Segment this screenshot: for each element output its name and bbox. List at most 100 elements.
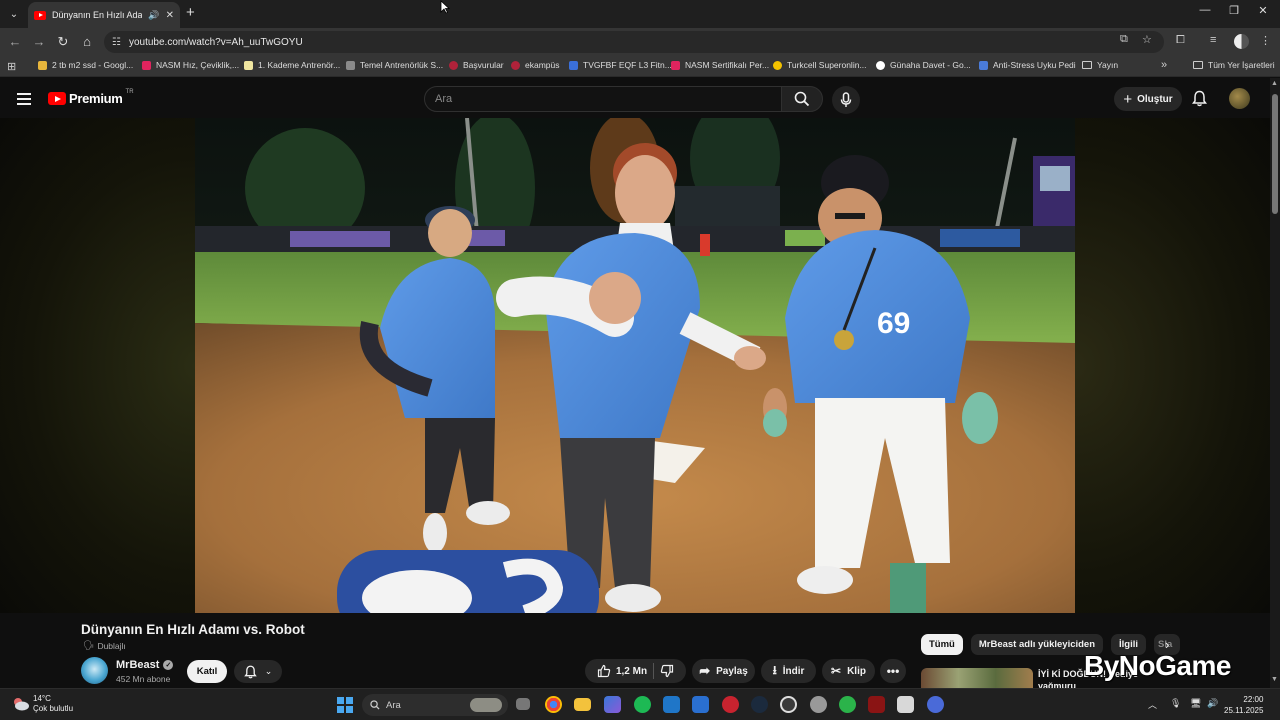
chip-all[interactable]: Tümü (921, 634, 963, 655)
system-clock[interactable]: 22:00 25.11.2025 (1224, 694, 1263, 716)
snipping-tool-icon[interactable] (897, 696, 914, 713)
bookmark-favicon-icon (244, 60, 253, 70)
video-frame[interactable]: 69 (195, 118, 1075, 613)
subscribed-notifications-button[interactable]: ⌄ (234, 660, 282, 683)
bookmarks-bar: ⊞ 2 tb m2 ssd - Googl... NASM Hız, Çevik… (0, 56, 1280, 77)
search-button[interactable] (781, 86, 823, 112)
microphone-tray-icon[interactable]: 🎙 (1170, 698, 1181, 709)
youtube-premium-logo[interactable]: Premium TR (48, 89, 134, 106)
volume-icon[interactable]: 🔊 (1207, 698, 1218, 709)
dislike-button[interactable] (660, 664, 674, 678)
bookmark-star-icon[interactable]: ☆ (1142, 33, 1152, 46)
recommended-video-thumbnail[interactable] (921, 668, 1033, 688)
close-window-button[interactable]: ✕ (1246, 4, 1280, 17)
steam-icon[interactable] (751, 696, 768, 713)
weather-widget[interactable]: 14°C Çok bulutlu (12, 694, 73, 714)
task-view-icon[interactable] (516, 698, 530, 710)
microphone-icon (840, 92, 852, 107)
bell-icon (1192, 90, 1207, 107)
bookmark-item[interactable]: Turkcell Superonlin... (773, 60, 867, 70)
taskbar-search-placeholder: Ara (386, 699, 401, 711)
gear-app-icon[interactable] (810, 696, 827, 713)
spotify-icon[interactable] (634, 696, 651, 713)
speaker-icon[interactable]: 🔊 (148, 10, 159, 21)
whatsapp-icon[interactable] (839, 696, 856, 713)
search-input[interactable]: Ara (424, 86, 782, 112)
like-button[interactable]: 1,2 Mn (597, 664, 647, 678)
tray-overflow-icon[interactable]: ︿ (1148, 698, 1157, 711)
browser-menu-icon[interactable]: ⋮ (1260, 34, 1271, 47)
all-bookmarks-folder[interactable]: Tüm Yer İşaretleri (1193, 60, 1275, 70)
account-avatar[interactable] (1229, 88, 1250, 109)
red-app-icon[interactable] (722, 696, 739, 713)
taskbar-search-input[interactable]: Ara (362, 694, 508, 716)
home-icon[interactable]: ⌂ (78, 34, 96, 49)
create-label: Oluştur (1137, 93, 1173, 105)
site-info-icon[interactable]: ☷ (112, 37, 121, 48)
dark-red-app-icon[interactable] (868, 696, 885, 713)
watermark-logo: ByNoGame (1084, 650, 1231, 681)
network-icon[interactable]: 🖥 (1190, 698, 1201, 709)
url-text: youtube.com/watch?v=Ah_uuTwGOYU (128, 36, 303, 48)
join-button[interactable]: Katıl (187, 660, 227, 683)
new-tab-button[interactable]: + (186, 4, 195, 21)
bookmark-item[interactable]: ekampüs (511, 60, 560, 70)
channel-avatar[interactable] (81, 657, 108, 684)
create-button[interactable]: + Oluştur (1114, 87, 1182, 111)
apps-grid-icon[interactable]: ⊞ (7, 60, 16, 73)
back-icon[interactable]: ← (6, 34, 24, 49)
search-highlight-icon (470, 698, 502, 712)
bookmark-item[interactable]: Başvurular (449, 60, 504, 70)
more-horizontal-icon: ••• (886, 664, 900, 678)
more-actions-button[interactable]: ••• (880, 659, 906, 683)
active-tab[interactable]: Dünyanın En Hızlı Adamı vs 🔊 ✕ (28, 2, 180, 28)
speedometer-icon[interactable] (780, 696, 797, 713)
bookmark-item[interactable]: Günaha Davet - Go... (876, 60, 971, 70)
youtube-play-icon (48, 92, 66, 105)
scroll-down-icon[interactable]: ▼ (1271, 676, 1278, 683)
store-icon[interactable] (604, 696, 621, 713)
close-tab-icon[interactable]: ✕ (166, 10, 174, 21)
cast-icon[interactable]: ⧉ (1120, 33, 1128, 46)
chrome-icon[interactable] (545, 696, 562, 713)
forward-icon[interactable]: → (30, 34, 48, 49)
voice-search-button[interactable] (832, 86, 860, 114)
baseball-field-scene: 69 (195, 118, 1075, 613)
bookmark-item[interactable]: Anti-Stress Uyku Pedi (979, 60, 1076, 70)
blue-app-icon[interactable] (927, 696, 944, 713)
bookmark-item[interactable]: 2 tb m2 ssd - Googl... (38, 60, 133, 70)
bookmark-label: 1. Kademe Antrenör... (258, 60, 341, 70)
address-bar[interactable]: ☷ youtube.com/watch?v=Ah_uuTwGOYU (104, 31, 1164, 53)
bookmark-item[interactable]: TVGFBF EQF L3 Fitn... (569, 60, 672, 70)
bookmark-item[interactable]: Temel Antrenörlük S... (346, 60, 443, 70)
channel-name[interactable]: MrBeast ✓ (116, 659, 174, 671)
reload-icon[interactable]: ↻ (54, 34, 72, 50)
download-button[interactable]: ⭳ İndir (761, 659, 816, 683)
bell-icon (243, 665, 257, 678)
calendar-icon[interactable] (663, 696, 680, 713)
file-explorer-icon[interactable] (574, 698, 591, 711)
video-player[interactable]: 69 (0, 118, 1270, 613)
tab-search-menu-button[interactable]: ⌄ (4, 4, 24, 24)
search-icon (370, 700, 380, 710)
clip-button[interactable]: ✂ Klip (822, 659, 875, 683)
outlook-icon[interactable] (692, 696, 709, 713)
windows-start-icon[interactable] (337, 697, 353, 713)
bookmark-favicon-icon (142, 60, 151, 70)
guide-menu-icon[interactable] (17, 93, 31, 105)
notifications-button[interactable] (1192, 90, 1207, 110)
bookmark-item[interactable]: 1. Kademe Antrenör... (244, 60, 340, 70)
scrollbar-thumb[interactable] (1272, 94, 1278, 214)
extensions-icon[interactable]: ⧠ (1176, 34, 1185, 47)
share-button[interactable]: ➦ Paylaş (692, 659, 755, 683)
weather-condition-text: Çok bulutlu (33, 704, 74, 713)
reading-list-icon[interactable]: ≡ (1210, 34, 1216, 46)
bookmark-item[interactable]: NASM Sertifikalı Per... (671, 60, 769, 70)
bookmark-favicon-icon (449, 60, 458, 70)
more-bookmarks-icon[interactable]: » (1161, 59, 1167, 71)
bookmark-folder[interactable]: Yayın (1082, 60, 1118, 70)
page-scrollbar[interactable]: ▲ ▼ (1270, 78, 1280, 688)
bookmark-item[interactable]: NASM Hız, Çeviklik,... (142, 60, 239, 70)
profile-avatar-icon[interactable] (1234, 34, 1249, 49)
scroll-up-icon[interactable]: ▲ (1271, 80, 1278, 87)
